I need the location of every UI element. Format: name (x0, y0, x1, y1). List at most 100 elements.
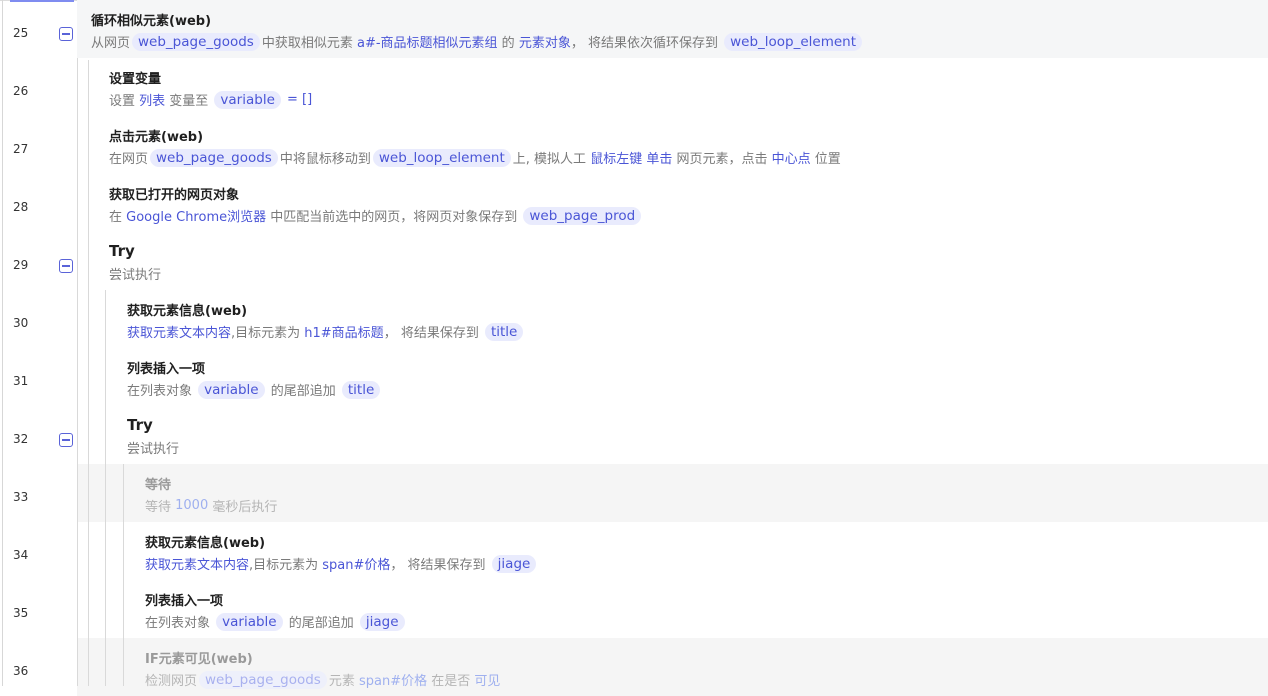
description-text: ， 将结果保存到 (383, 326, 483, 341)
collapse-toggle-icon[interactable] (59, 27, 73, 41)
flow-step-row[interactable]: 27 点击元素(web) 在网页 web_page_goods 中将鼠标移动到 web_l… (0, 116, 1268, 174)
description-text: 的 (497, 36, 519, 51)
collapse-toggle-icon[interactable] (59, 433, 73, 447)
description-text: 网页元素，点击 (672, 152, 772, 167)
flow-step-row[interactable]: 33 等待 等待 1000 毫秒后执行 (0, 464, 1268, 522)
step-description: 尝试执行 (109, 264, 161, 283)
variable-chip: web_page_goods (132, 32, 260, 51)
step-description: 在列表对象 variable 的尾部追加 title (127, 380, 382, 399)
description-text: 在 (109, 210, 127, 225)
variable-chip: variable (216, 612, 283, 631)
keyword-text: 获取元素文本内容 (145, 558, 250, 573)
keyword-text: 1000 (175, 498, 209, 513)
line-number: 30 (13, 316, 29, 330)
indent-guide (105, 290, 106, 686)
flow-step-row[interactable]: 25 循环相似元素(web) 从网页 web_page_goods 中获取相似元素 a#… (0, 0, 1268, 58)
step-title: Try (127, 416, 153, 434)
line-number: 26 (13, 84, 29, 98)
description-text: 的尾部追加 (284, 616, 358, 631)
indent-guide (88, 60, 89, 686)
step-title: 循环相似元素(web) (91, 14, 212, 29)
description-text: 在网页 (109, 152, 149, 167)
flow-step-row[interactable]: 26 设置变量设置 列表 变量至 variable = [] (0, 58, 1268, 116)
keyword-text: = [] (282, 92, 313, 107)
flow-step-row[interactable]: 28 获取已打开的网页对象在 Google Chrome浏览器 中匹配当前选中的网… (0, 174, 1268, 232)
step-title: 等待 (145, 478, 172, 493)
step-title: 获取元素信息(web) (145, 536, 266, 551)
description-text: 毫秒后执行 (208, 500, 278, 515)
flow-step-row[interactable]: 34 获取元素信息(web) 获取元素文本内容 ,目标元素为 span#价格， 将结果… (0, 522, 1268, 580)
step-title: 设置变量 (109, 72, 162, 87)
flow-step-row[interactable]: 36 IF元素可见(web) 检测网页 web_page_goods 元素 span#价… (0, 638, 1268, 696)
minus-icon (62, 439, 70, 441)
minus-icon (62, 33, 70, 35)
flow-step-row[interactable]: 30 获取元素信息(web) 获取元素文本内容 ,目标元素为 h1#商品标题， 将结果… (0, 290, 1268, 348)
step-description: 在网页 web_page_goods 中将鼠标移动到 web_loop_element… (109, 148, 841, 167)
step-description: 设置 列表 变量至 variable = [] (109, 90, 312, 109)
variable-chip: jiage (359, 612, 405, 631)
flow-step-row[interactable]: 29 Try 尝试执行 (0, 232, 1268, 290)
indent-guide (123, 464, 124, 686)
step-title: 获取已打开的网页对象 (109, 188, 240, 203)
line-number: 27 (13, 142, 29, 156)
variable-chip: jiage (491, 554, 537, 573)
step-description: 从网页 web_page_goods 中获取相似元素 a#-商品标题相似元素组 的 … (91, 32, 864, 51)
line-number: 31 (13, 374, 29, 388)
keyword-text: 中心点 (771, 152, 811, 167)
description-text: ， 将结果保存到 (390, 558, 490, 573)
description-text: 检测网页 (145, 674, 198, 689)
step-title: 列表插入一项 (127, 362, 206, 377)
keyword-text: span#价格 (322, 558, 391, 573)
description-text: 中匹配当前选中的网页，将网页对象保存到 (266, 210, 522, 225)
step-description: 在列表对象 variable 的尾部追加 jiage (145, 612, 407, 631)
step-title: Try (109, 242, 135, 260)
keyword-text: span#价格 (358, 674, 428, 689)
description-text: 中将鼠标移动到 (279, 152, 371, 167)
keyword-text: 可见 (474, 674, 501, 689)
description-text: 从网页 (91, 36, 131, 51)
keyword-text: h1#商品标题 (304, 326, 384, 341)
keyword-text: 列表 (139, 94, 166, 109)
variable-chip: web_page_goods (150, 148, 278, 167)
variable-chip: variable (198, 380, 265, 399)
description-text: 在列表对象 (127, 384, 197, 399)
keyword-text: 获取元素文本内容 (127, 326, 232, 341)
minus-icon (62, 265, 70, 267)
description-text: 的尾部追加 (266, 384, 340, 399)
step-description: 检测网页 web_page_goods 元素 span#价格 在是否 可见 (145, 670, 500, 689)
description-text: 等待 (145, 500, 176, 515)
keyword-text: 鼠标左键 单击 (590, 152, 673, 167)
description-text: 上, 模拟人工 (512, 152, 591, 167)
step-title: 点击元素(web) (109, 130, 204, 145)
variable-chip: web_page_prod (523, 206, 642, 225)
keyword-text: a#-商品标题相似元素组 (356, 36, 498, 51)
variable-chip: web_loop_element (372, 148, 511, 167)
description-text: 尝试执行 (127, 442, 180, 457)
description-text: ,目标元素为 (249, 558, 323, 573)
line-number: 25 (13, 26, 29, 40)
step-description: 获取元素文本内容 ,目标元素为 span#价格， 将结果保存到 jiage (145, 554, 538, 573)
line-number: 33 (13, 490, 29, 504)
step-description: 等待 1000 毫秒后执行 (145, 496, 277, 515)
collapse-toggle-icon[interactable] (59, 259, 73, 273)
step-description: 在 Google Chrome浏览器 中匹配当前选中的网页，将网页对象保存到 w… (109, 206, 643, 225)
description-text: 变量至 (165, 94, 213, 109)
description-text: 在是否 (427, 674, 475, 689)
description-text: 位置 (810, 152, 841, 167)
flow-step-row[interactable]: 31 列表插入一项在列表对象 variable 的尾部追加 title (0, 348, 1268, 406)
line-number: 32 (13, 432, 29, 446)
line-number: 29 (13, 258, 29, 272)
line-number: 36 (13, 664, 29, 678)
line-number: 34 (13, 548, 29, 562)
flow-step-row[interactable]: 35 列表插入一项 在列表对象 variable 的尾部追加 jiage (0, 580, 1268, 638)
indent-guide (77, 58, 78, 686)
description-text: 设置 (109, 94, 140, 109)
flow-step-row[interactable]: 32 Try 尝试执行 (0, 406, 1268, 464)
keyword-text: 元素对象 (518, 36, 571, 51)
line-number: 28 (13, 200, 29, 214)
description-text: 尝试执行 (109, 268, 162, 283)
step-description: 尝试执行 (127, 438, 179, 457)
description-text: 元素 (328, 674, 359, 689)
step-title: 列表插入一项 (145, 594, 224, 609)
description-text: 中获取相似元素 (261, 36, 357, 51)
